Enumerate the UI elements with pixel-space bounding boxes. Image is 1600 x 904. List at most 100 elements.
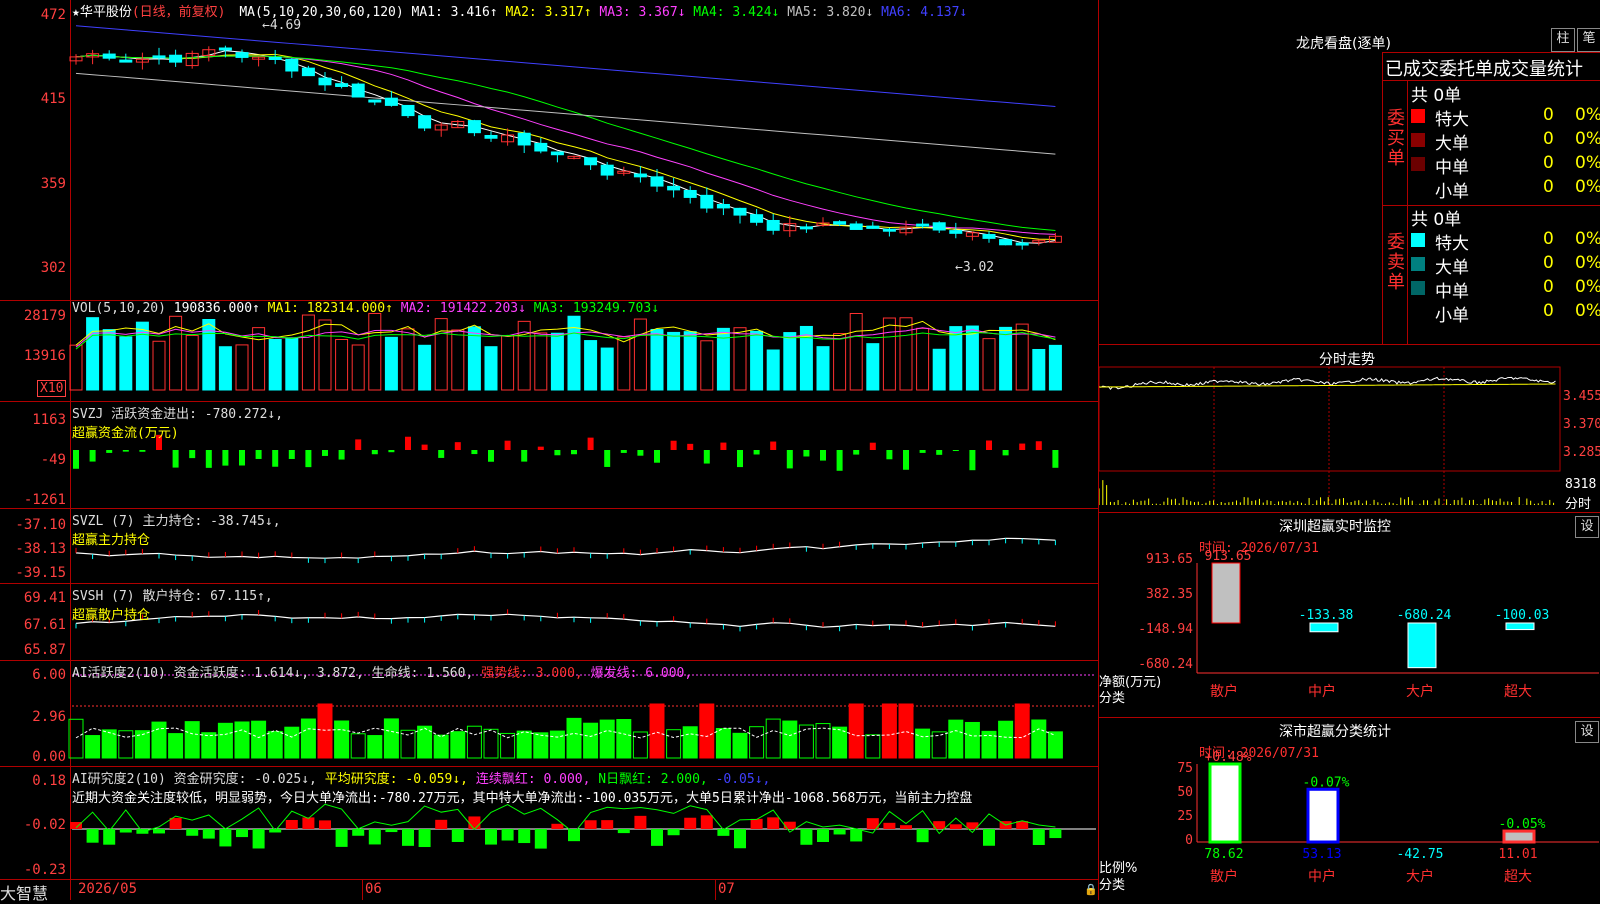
ai-active-pane[interactable]: 6.00 2.96 0.00 AI活跃度2(10) 资金活跃度: 1.614↓,… [0, 661, 1098, 767]
category-label: 散户 [1210, 868, 1238, 885]
lock-icon[interactable]: 🔒 [1084, 883, 1098, 896]
fund-flow-bar [255, 450, 262, 459]
classify-bar [1306, 787, 1340, 844]
category-label: 大户 [1406, 868, 1434, 885]
date-label: 06 [365, 881, 382, 897]
fund-flow-bar [770, 441, 777, 450]
fund-flow-bar [1002, 450, 1009, 456]
fund-flow-bar [820, 450, 826, 461]
svzl-pane[interactable]: -37.10 -38.13 -39.15 SVZL (7) 主力持仓: -38.… [0, 509, 1098, 584]
volume-bar [301, 314, 315, 391]
fund-flow-bar [305, 450, 312, 468]
category-label: 超大 [1504, 684, 1532, 700]
color-swatch [1411, 181, 1425, 195]
volume-bar [418, 344, 432, 391]
fund-flow-bar [1035, 441, 1042, 450]
lhb-table: 已成交委托单成交量统计 委买单 委卖单 共 0单 共 0单 特大 0 0% 大单 0 0%… [1382, 52, 1600, 345]
intraday-chart[interactable] [1099, 345, 1600, 513]
fund-flow-bar [355, 439, 362, 450]
volume-bar [617, 336, 631, 391]
activity-bar [599, 719, 615, 759]
research-bar [783, 821, 796, 829]
ai-research-pane[interactable]: 0.18 -0.02 -0.23 AI研究度2(10) 资金研究度: -0.02… [0, 767, 1098, 880]
research-bar [219, 829, 232, 847]
category-label: 大户 [1406, 683, 1434, 700]
y-label: 913.65 [1146, 552, 1193, 567]
high-mark: ←4.69 [262, 18, 302, 33]
candle-body [866, 225, 880, 229]
research-bar [352, 829, 365, 836]
fund-flow-bar [620, 450, 627, 453]
lhb-row: 小单 0 0% [1409, 177, 1600, 202]
activity-bar [998, 720, 1014, 759]
volume-bar [451, 329, 465, 391]
lhb-header: 已成交委托单成交量统计 [1385, 59, 1583, 80]
date-axis: 大智慧 2026/05 06 07 🔒 [0, 880, 1098, 903]
ma-value: MA4: 3.424↓ [685, 5, 780, 20]
classify-cat: 分类 [1099, 878, 1126, 893]
activity-bar [483, 728, 499, 759]
tick-mode-button[interactable]: 笔 [1577, 28, 1600, 52]
svzj-pane[interactable]: 1163 -49 -1261 SVZJ 活跃资金进出: -780.272↓, 超… [0, 402, 1098, 509]
volume-pane[interactable]: 28179 13916 X10 VOL(5,10,20) 190836.000↑… [0, 300, 1098, 402]
volume-bar [235, 344, 249, 391]
bar-value: -680.24 [1397, 608, 1452, 623]
activity-bar [948, 719, 964, 759]
color-swatch [1411, 157, 1425, 171]
activity-bar [450, 731, 466, 759]
row-label: 中单 [1435, 158, 1469, 178]
sell-side-label: 委卖单 [1387, 232, 1405, 293]
research-bar [883, 822, 896, 829]
research-bar [402, 829, 414, 846]
volume-bar [534, 332, 548, 391]
ma-line [75, 54, 1056, 231]
fund-flow-bar [836, 450, 843, 471]
candle-body [318, 77, 332, 86]
fund-flow-bar [239, 450, 245, 466]
fund-flow-bar [919, 450, 926, 453]
ma-line [75, 50, 1056, 244]
candlestick-chart[interactable] [0, 0, 1098, 300]
row-percent: 0% [1575, 253, 1600, 273]
research-bar [900, 825, 912, 829]
monitor-bar [1505, 622, 1535, 631]
monitor-bar [1407, 622, 1437, 669]
volume-bar [401, 328, 415, 391]
fund-flow-bar [288, 450, 295, 459]
research-bar [916, 829, 929, 843]
fund-flow-bar [637, 450, 644, 456]
svsh-pane[interactable]: 69.41 67.61 65.87 SVSH (7) 散户持仓: 67.115↑… [0, 584, 1098, 661]
volume-bar [766, 349, 780, 391]
research-bar [983, 829, 995, 846]
kline-pane[interactable]: 472 415 359 302 ★华平股份(日线，前复权) MA(5,10,20… [0, 0, 1098, 301]
candle-body [218, 47, 232, 51]
fund-flow-bar [886, 450, 893, 460]
fund-flow-bar [969, 450, 976, 471]
fund-flow-bar [338, 450, 345, 460]
activity-bar [566, 717, 582, 759]
category-label: 中户 [1308, 868, 1336, 885]
row-value: 0 [1543, 105, 1554, 125]
fund-flow-bar [604, 450, 611, 467]
volume-bar [268, 339, 282, 391]
candle-body [600, 164, 614, 176]
research-bar [169, 817, 182, 829]
monitor-bar-chart: 913.65 382.35 -148.94 -680.24 913.65 散户 -133.3… [1138, 549, 1599, 700]
activity-bar [1047, 731, 1063, 759]
vol-value: MA1: 182314.000↑ [259, 301, 393, 316]
y-label: 382.35 [1146, 587, 1193, 602]
ma-line [75, 25, 1056, 108]
research-bar [584, 820, 597, 829]
row-value: 0 [1543, 129, 1554, 149]
ai-research-title: AI研究度2(10) 资金研究度: -0.025↓, [72, 772, 317, 787]
intraday-panel[interactable]: 分时走势 3.455 3.370 3.285 8318 分时 [1099, 344, 1600, 513]
bar-mode-button[interactable]: 柱 [1551, 28, 1575, 52]
activity-bar [251, 720, 267, 759]
research-bar [501, 829, 514, 841]
star-icon[interactable]: ★ [72, 5, 80, 20]
fund-flow-bar [571, 450, 577, 455]
vol-values: 190836.000↑ MA1: 182314.000↑ MA2: 191422… [174, 301, 659, 316]
ai-research-header: AI研究度2(10) 资金研究度: -0.025↓, 平均研究度: -0.059… [72, 768, 770, 787]
candle-body [1015, 242, 1029, 246]
research-bar [119, 829, 132, 833]
